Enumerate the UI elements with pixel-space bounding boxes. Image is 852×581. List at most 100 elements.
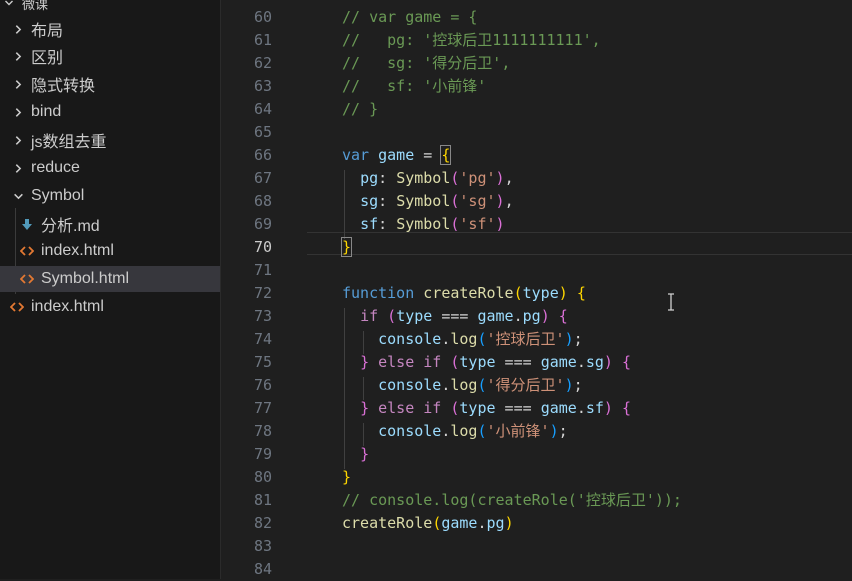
chevron-right-icon [11,24,25,35]
code-line: 83 [222,535,852,558]
code-token: type [459,399,496,417]
tree-folder[interactable]: bind [0,99,220,125]
line-number: 74 [253,330,272,348]
code-token: game [441,514,478,532]
code-line: 71 [222,259,852,282]
line-number: 81 [253,491,272,509]
code-token: type [522,284,559,302]
code-token: function [342,284,415,302]
line-number: 63 [253,77,272,95]
code-token: log [450,330,478,348]
tree-folder[interactable]: Symbol [0,183,220,209]
code-text: console.log('控球后卫'); [342,328,583,351]
html-file-icon [19,274,35,284]
code-token: game [477,307,514,325]
code-token: } [360,445,370,463]
code-token: 'sf' [459,215,496,233]
code-text: console.log('得分后卫'); [342,374,583,397]
tree-folder[interactable]: 隐式转换 [0,71,220,97]
code-token: pg [486,514,505,532]
code-token: createRole [423,284,514,302]
code-token: } [360,399,370,417]
chevron-right-icon [11,79,25,90]
tree-item-label: index.html [41,242,114,259]
code-editor[interactable]: 60 // var game = { 61 // pg: '控球后卫111111111… [222,0,852,579]
line-number: 72 [253,284,272,302]
code-token: ) [495,192,505,210]
tree-file[interactable]: Symbol.html [0,266,220,292]
code-token: ( [477,422,487,440]
chevron-down-icon [2,0,16,8]
code-token: sf [585,399,604,417]
line-number: 78 [253,422,272,440]
tree-file[interactable]: 分析.md [0,211,220,237]
code-text: } else if (type === game.sg) { [342,351,631,374]
tree-folder[interactable]: 布局 [0,16,220,42]
code-token: ) [564,330,574,348]
code-line: 73 if (type === game.pg) { [222,305,852,328]
code-token: '小前锋' [486,422,550,440]
code-token: ) [603,399,613,417]
code-token: // console.log(createRole('控球后卫')); [342,491,682,509]
line-number: 60 [253,8,272,26]
code-text: function createRole(type) { [342,282,586,305]
tree-file[interactable]: index.html [0,238,220,264]
code-token: sf [360,215,379,233]
code-line: 76 console.log('得分后卫'); [222,374,852,397]
tree-folder[interactable]: js数组去重 [0,127,220,153]
tree-item-label: bind [31,103,62,120]
code-token: === [495,353,541,371]
tree-folder[interactable]: 区别 [0,43,220,69]
code-line: 62 // sg: '得分后卫', [222,52,852,75]
tree-file[interactable]: index.html [0,294,220,320]
code-line: 64 // } [222,98,852,121]
code-token: : [378,169,397,187]
code-line: 61 // pg: '控球后卫1111111111', [222,29,852,52]
tree-item-label: 区别 [31,50,64,67]
code-text: } else if (type === game.sf) { [342,397,631,420]
tree-folder[interactable]: reduce [0,155,220,181]
code-token: type [459,353,496,371]
code-line: 80} [222,466,852,489]
code-token: ( [432,514,442,532]
tree-item-label: reduce [31,159,80,176]
code-token: sg [585,353,604,371]
code-line: 65 [222,121,852,144]
code-token: pg [360,169,379,187]
code-token: // sg: '得分后卫', [342,54,511,72]
markdown-file-icon [19,218,35,231]
code-token: { [440,145,452,165]
code-token: ; [573,376,583,394]
code-token: ; [573,330,583,348]
line-number: 65 [253,123,272,141]
chevron-right-icon [11,135,25,146]
code-token: } [340,237,353,257]
code-line: 68 sg: Symbol('sg'), [222,190,852,213]
line-number: 77 [253,399,272,417]
line-number: 75 [253,353,272,371]
text-cursor-icon [667,293,675,315]
code-text: console.log('小前锋'); [342,420,568,443]
code-token: // var game = { [342,8,478,26]
code-token: . [576,399,586,417]
chevron-right-icon [11,51,25,62]
line-number: 69 [253,215,272,233]
code-token: { [558,307,568,325]
code-token: Symbol [396,192,451,210]
tree-item-label: index.html [31,298,104,315]
code-token: type [396,307,433,325]
code-token: if [360,307,379,325]
line-number: 61 [253,31,272,49]
chevron-down-icon [11,191,25,202]
tree-item-label: js数组去重 [31,134,107,151]
code-token: ) [504,514,514,532]
tree-item-label: Symbol.html [41,270,130,287]
explorer-root-folder[interactable]: 微课 [0,0,220,16]
